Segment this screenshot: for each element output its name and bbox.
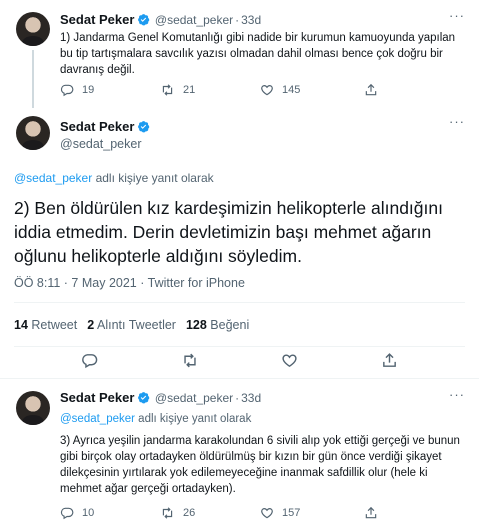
verified-badge-icon — [137, 120, 150, 138]
retweet-button[interactable] — [181, 352, 199, 369]
author-handle[interactable]: @sedat_peker — [155, 13, 233, 27]
heart-icon — [261, 85, 273, 96]
separator-dot: · — [235, 391, 240, 405]
thread-line — [32, 50, 34, 108]
author-handle[interactable]: @sedat_peker — [60, 137, 142, 151]
retweet-button[interactable]: 21 — [160, 83, 260, 97]
author-handle[interactable]: @sedat_peker — [155, 391, 233, 405]
retweet-count: 21 — [183, 84, 196, 96]
reply-icon — [60, 507, 74, 520]
verified-badge-icon — [137, 13, 150, 31]
like-button[interactable]: 157 — [260, 506, 364, 520]
retweet-button[interactable]: 26 — [160, 506, 260, 520]
author-name[interactable]: Sedat Peker — [60, 12, 134, 27]
engagement-stats: 14 Retweet 2 Alıntı Tweetler 128 Beğeni — [14, 318, 249, 332]
reply-count: 19 — [82, 84, 95, 96]
tweet-text: 3) Ayrıca yeşilin jandarma karakolundan … — [60, 435, 460, 495]
author-name[interactable]: Sedat Peker — [60, 390, 134, 405]
retweet-stat[interactable]: 14 Retweet — [14, 318, 77, 332]
quote-stat[interactable]: 2 Alıntı Tweetler — [87, 318, 176, 332]
share-icon — [365, 506, 377, 519]
tweet-header: Sedat Peker @sedat_peker · 33d — [60, 389, 261, 409]
reply-to-suffix: adlı kişiye yanıt olarak — [134, 413, 252, 425]
reply-button[interactable] — [81, 352, 98, 369]
tweet-text: 2) Ben öldürülen kız kardeşimizin heliko… — [14, 198, 443, 266]
separator-dot: · — [235, 13, 240, 27]
retweet-count: 26 — [183, 507, 196, 519]
reply-count: 10 — [82, 507, 95, 519]
avatar[interactable] — [16, 116, 50, 150]
reply-context: @sedat_peker adlı kişiye yanıt olarak — [60, 413, 251, 425]
more-options-icon[interactable]: ··· — [449, 114, 465, 129]
retweet-icon — [184, 353, 196, 368]
share-button[interactable] — [364, 506, 378, 520]
like-button[interactable] — [281, 352, 298, 369]
like-count: 157 — [282, 507, 301, 519]
more-options-icon[interactable]: ··· — [449, 8, 465, 23]
retweet-icon — [162, 507, 173, 519]
retweet-icon — [162, 84, 173, 96]
divider — [14, 346, 465, 347]
like-count: 145 — [282, 84, 301, 96]
reply-to-link[interactable]: @sedat_peker — [60, 413, 135, 425]
divider — [14, 302, 465, 303]
tweet-1[interactable]: Sedat Peker @sedat_peker · 33d ··· 1) Jand… — [0, 0, 479, 108]
tweet-header: Sedat Peker — [60, 118, 150, 138]
reply-to-link[interactable]: @sedat_peker — [14, 171, 92, 185]
share-button[interactable] — [381, 352, 398, 369]
tweet-text: 1) Jandarma Genel Komutanlığı gibi nadid… — [60, 32, 456, 76]
avatar[interactable] — [16, 391, 50, 425]
reply-button[interactable]: 19 — [60, 83, 160, 97]
tweet-time[interactable]: 33d — [241, 391, 261, 405]
heart-icon — [261, 508, 273, 519]
more-options-icon[interactable]: ··· — [449, 387, 465, 402]
heart-icon — [282, 354, 297, 367]
share-button[interactable] — [364, 83, 378, 97]
tweet-timestamp[interactable]: ÖÖ 8:11 · 7 May 2021 · Twitter for iPhon… — [14, 276, 245, 290]
author-name[interactable]: Sedat Peker — [60, 119, 134, 134]
reply-icon — [82, 354, 98, 369]
reply-context: @sedat_peker adlı kişiye yanıt olarak — [14, 171, 214, 185]
tweet-3[interactable]: Sedat Peker @sedat_peker · 33d ··· @sedat_… — [0, 379, 479, 529]
main-tweet: Sedat Peker @sedat_peker ··· @sedat_peke… — [0, 108, 479, 376]
avatar[interactable] — [16, 12, 50, 46]
main-action-bar — [0, 352, 479, 369]
action-bar: 10 26 157 — [60, 506, 378, 520]
action-bar: 19 21 145 — [60, 83, 378, 97]
reply-button[interactable]: 10 — [60, 506, 160, 520]
like-stat[interactable]: 128 Beğeni — [186, 318, 249, 332]
share-icon — [382, 353, 396, 367]
reply-icon — [60, 84, 74, 97]
tweet-header: Sedat Peker @sedat_peker · 33d — [60, 11, 261, 31]
like-button[interactable]: 145 — [260, 83, 364, 97]
tweet-time[interactable]: 33d — [241, 13, 261, 27]
verified-badge-icon — [137, 391, 150, 409]
share-icon — [365, 83, 377, 96]
reply-to-suffix: adlı kişiye yanıt olarak — [92, 171, 214, 185]
